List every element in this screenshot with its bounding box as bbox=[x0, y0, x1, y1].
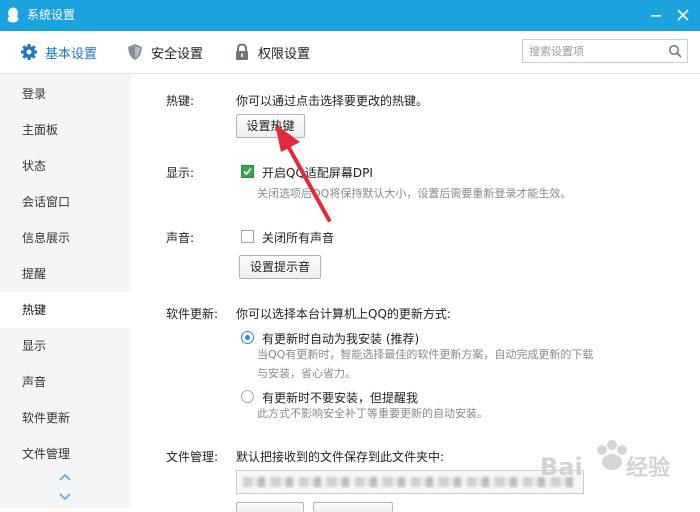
tab-permission-settings[interactable]: 权限设置 bbox=[233, 31, 310, 73]
sidebar-item-sound[interactable]: 声音 bbox=[0, 364, 131, 400]
close-icon[interactable] bbox=[673, 5, 693, 25]
shield-icon bbox=[128, 44, 142, 60]
qq-penguin-icon bbox=[7, 7, 19, 23]
update-description: 你可以选择本台计算机上QQ的更新方式: bbox=[236, 307, 451, 321]
sidebar-item-status[interactable]: 状态 bbox=[0, 148, 131, 184]
tab-basic-settings[interactable]: 基本设置 bbox=[20, 31, 97, 73]
sidebar-item-software-update[interactable]: 软件更新 bbox=[0, 400, 131, 436]
sound-label: 声音: bbox=[166, 231, 195, 245]
sidebar-item-hotkey[interactable]: 热键 bbox=[0, 292, 131, 328]
display-label: 显示: bbox=[166, 166, 195, 180]
sidebar-item-file-management[interactable]: 文件管理 bbox=[0, 436, 131, 472]
sidebar-item-display[interactable]: 显示 bbox=[0, 328, 131, 364]
blurred-folder-path bbox=[243, 477, 573, 487]
settings-toolbar: 基本设置 安全设置 权限设置 bbox=[0, 31, 700, 74]
dpi-hint: 关闭选项后QQ将保持默认大小，设置后需要重新登录才能生效。 bbox=[257, 187, 572, 200]
auto-install-hint-line1: 当QQ有更新时，智能选择最佳的软件更新方案，自动完成更新的下载 bbox=[257, 348, 594, 361]
open-folder-button[interactable] bbox=[313, 502, 393, 512]
auto-install-hint-line2: 与安装，省心省力。 bbox=[257, 367, 356, 380]
chevron-down-icon[interactable] bbox=[58, 492, 72, 502]
sidebar-item-chat-window[interactable]: 会话窗口 bbox=[0, 184, 131, 220]
tab-security-settings-label: 安全设置 bbox=[151, 46, 204, 62]
window-title: 系统设置 bbox=[27, 8, 76, 22]
watermark: Bai 经验 bbox=[540, 430, 690, 490]
sidebar-item-reminder[interactable]: 提醒 bbox=[0, 256, 131, 292]
notify-only-radio[interactable] bbox=[241, 390, 254, 403]
chevron-up-icon[interactable] bbox=[58, 472, 72, 482]
hotkey-description: 你可以通过点击选择要更改的热键。 bbox=[236, 94, 429, 108]
minimize-icon[interactable] bbox=[646, 5, 666, 25]
search-input[interactable] bbox=[523, 40, 669, 62]
gear-icon bbox=[21, 44, 37, 60]
dpi-checkbox[interactable] bbox=[241, 165, 254, 178]
sidebar: 登录 主面板 状态 会话窗口 信息展示 提醒 热键 显示 声音 软件更新 文件管… bbox=[0, 74, 132, 508]
update-label: 软件更新: bbox=[166, 307, 219, 321]
tab-basic-settings-label: 基本设置 bbox=[45, 46, 98, 62]
notify-only-hint: 此方式不影响安全补丁等重要更新的自动安装。 bbox=[257, 407, 488, 420]
dpi-checkbox-label: 开启QQ适配屏幕DPI bbox=[262, 166, 373, 180]
mute-all-label: 关闭所有声音 bbox=[262, 231, 335, 245]
baidu-jingyan-watermark-logo: Bai 经验 bbox=[540, 440, 670, 481]
mute-all-checkbox[interactable] bbox=[241, 230, 254, 243]
change-folder-button[interactable] bbox=[236, 502, 304, 512]
sidebar-item-main-panel[interactable]: 主面板 bbox=[0, 112, 131, 148]
set-hotkey-button[interactable]: 设置热键 bbox=[236, 114, 305, 138]
file-management-description: 默认把接收到的文件保存到此文件夹中: bbox=[236, 450, 445, 464]
tab-permission-settings-label: 权限设置 bbox=[258, 46, 311, 62]
set-notification-sound-button[interactable]: 设置提示音 bbox=[239, 255, 321, 279]
search-box[interactable] bbox=[522, 39, 688, 63]
sidebar-item-info-display[interactable]: 信息展示 bbox=[0, 220, 131, 256]
tab-security-settings[interactable]: 安全设置 bbox=[126, 31, 203, 73]
search-icon[interactable] bbox=[668, 44, 682, 58]
lock-icon bbox=[236, 43, 248, 60]
hotkey-label: 热键: bbox=[166, 94, 195, 108]
file-management-label: 文件管理: bbox=[166, 450, 219, 464]
svg-text:经验: 经验 bbox=[626, 455, 670, 481]
download-folder-path-field[interactable] bbox=[236, 470, 584, 494]
title-bar: 系统设置 bbox=[0, 0, 700, 31]
auto-install-radio[interactable] bbox=[241, 331, 254, 344]
sidebar-item-login[interactable]: 登录 bbox=[0, 76, 131, 112]
checkmark-icon bbox=[243, 167, 252, 176]
svg-text:Bai: Bai bbox=[540, 453, 583, 481]
